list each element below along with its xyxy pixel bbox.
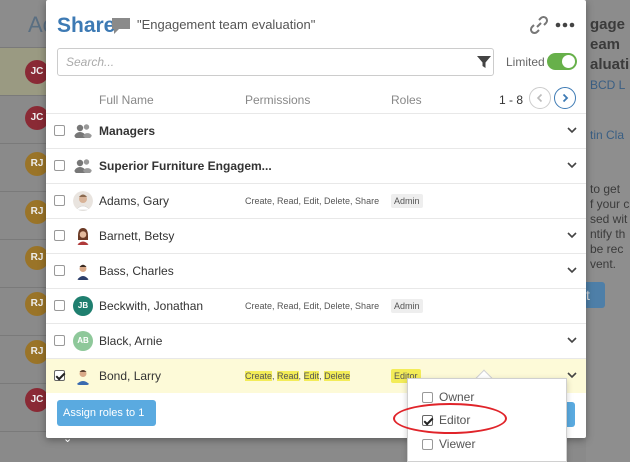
role-option-label: Owner [439, 390, 475, 404]
more-options-icon[interactable] [554, 14, 576, 36]
row-name: Bass, Charles [99, 264, 174, 278]
background-row: JC [0, 96, 49, 144]
background-text: to get [590, 182, 621, 196]
background-row: RJ [0, 288, 49, 336]
background-text: aluati [590, 56, 630, 73]
background-text: eam [590, 36, 621, 53]
user-photo [73, 261, 93, 281]
chevron-left-icon [536, 93, 543, 103]
filter-icon[interactable] [476, 54, 492, 70]
chevron-down-icon[interactable] [567, 231, 577, 239]
link-icon[interactable] [528, 14, 550, 36]
background-link: BCD L [590, 78, 626, 92]
row-name: Adams, Gary [99, 194, 170, 208]
row-permissions: Create, Read, Edit, Delete, Share [245, 196, 380, 206]
background-text: sed wit [590, 212, 628, 226]
table-row[interactable]: AB Black, Arnie [46, 323, 586, 358]
table-row[interactable]: Barnett, Betsy [46, 218, 586, 253]
row-checkbox[interactable] [54, 160, 65, 171]
user-photo [73, 366, 93, 386]
assign-roles-button[interactable]: Assign roles to 1 ⌄ [57, 400, 156, 445]
background-row: JC [0, 384, 49, 432]
chevron-down-icon[interactable] [567, 336, 577, 344]
table-row[interactable]: Adams, Gary Create, Read, Edit, Delete, … [46, 183, 586, 218]
role-checkbox[interactable] [422, 439, 433, 450]
table-row[interactable]: JB Beckwith, Jonathan Create, Read, Edit… [46, 288, 586, 323]
pager-range: 1 - 8 [499, 93, 524, 107]
role-option-label: Viewer [439, 437, 476, 451]
row-checkbox[interactable] [54, 370, 65, 381]
background-text: vent. [590, 257, 617, 271]
column-header-name[interactable]: Full Name [99, 93, 154, 107]
row-name: Bond, Larry [99, 369, 162, 383]
group-icon [74, 124, 92, 138]
role-badge: Admin [391, 194, 423, 208]
search-input[interactable] [66, 53, 456, 71]
previous-page-button[interactable] [529, 87, 551, 109]
row-checkbox[interactable] [54, 195, 65, 206]
row-checkbox[interactable] [54, 300, 65, 311]
chevron-down-icon[interactable] [567, 161, 577, 169]
role-badge: Admin [391, 299, 423, 313]
dialog-subject: "Engagement team evaluation" [137, 17, 316, 32]
limited-toggle[interactable] [547, 53, 577, 70]
background-row: RJ [0, 192, 49, 240]
background-row: RJ [0, 240, 49, 288]
background-row: RJ [0, 336, 49, 384]
background-text: f your c [590, 197, 630, 211]
row-checkbox[interactable] [54, 230, 65, 241]
table-row[interactable]: Bass, Charles [46, 253, 586, 288]
annotation-circle [393, 403, 507, 434]
role-checkbox[interactable] [422, 392, 433, 403]
table-row[interactable]: Superior Furniture Engagem... [46, 148, 586, 183]
row-name: Black, Arnie [99, 334, 163, 348]
row-permissions: Create, Read, Edit, Delete, Share [245, 301, 380, 311]
row-checkbox[interactable] [54, 125, 65, 136]
row-name: Managers [99, 124, 156, 138]
avatar: JB [73, 296, 93, 316]
background-button: t [583, 282, 605, 308]
dialog-title: Share [57, 14, 116, 37]
role-option-viewer[interactable]: Viewer [422, 435, 562, 455]
column-header-roles[interactable]: Roles [391, 93, 422, 107]
row-permissions: Create, Read, Edit, Delete [245, 371, 351, 381]
group-icon [74, 159, 92, 173]
row-checkbox[interactable] [54, 335, 65, 346]
chevron-down-icon[interactable] [567, 266, 577, 274]
share-dialog: Share "Engagement team evaluation" Limit… [46, 0, 586, 445]
toggle-knob [562, 55, 575, 68]
hidden-action-button[interactable] [567, 402, 575, 427]
table-row[interactable]: Managers [46, 113, 586, 148]
background-row: RJ [0, 144, 49, 192]
background-text: be rec [590, 242, 624, 256]
search-box [57, 48, 494, 76]
chevron-down-icon[interactable] [567, 371, 577, 379]
background-text: ntify th [590, 227, 626, 241]
background-text: gage [590, 16, 626, 33]
row-checkbox[interactable] [54, 265, 65, 276]
background-link: tin Cla [590, 128, 625, 142]
user-photo [73, 191, 93, 211]
row-name: Beckwith, Jonathan [99, 299, 204, 313]
chevron-down-icon: ⌄ [63, 433, 73, 445]
row-name: Barnett, Betsy [99, 229, 175, 243]
background-row: JC [0, 48, 49, 96]
next-page-button[interactable] [554, 87, 576, 109]
user-photo [73, 226, 93, 246]
row-name: Superior Furniture Engagem... [99, 159, 272, 173]
avatar: AB [73, 331, 93, 351]
chevron-down-icon[interactable] [567, 126, 577, 134]
column-header-permissions[interactable]: Permissions [245, 93, 310, 107]
comment-icon [112, 18, 130, 34]
limited-label: Limited [506, 55, 545, 69]
chevron-right-icon [562, 93, 569, 103]
